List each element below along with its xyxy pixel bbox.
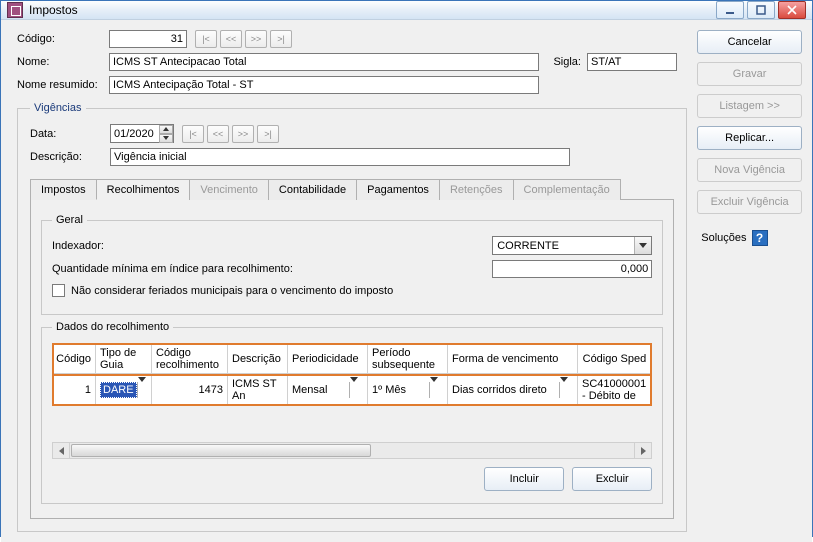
excluir-vigencia-button: Excluir Vigência bbox=[697, 190, 802, 214]
chevron-down-icon bbox=[634, 237, 651, 254]
sigla-field[interactable] bbox=[587, 53, 677, 71]
label-nome-resumido: Nome resumido: bbox=[17, 79, 109, 91]
nav-first-button[interactable]: |< bbox=[195, 30, 217, 48]
help-icon[interactable]: ? bbox=[752, 230, 768, 246]
vig-nav-next-button[interactable]: >> bbox=[232, 125, 254, 143]
tab-body-recolhimentos: Geral Indexador: CORRENTE Quantidade mín… bbox=[30, 200, 674, 519]
table-row[interactable]: 1 DARE 1473 ICMS ST An Mensal bbox=[54, 374, 650, 404]
tab-retencoes: Retenções bbox=[439, 179, 514, 200]
vig-nav-prev-button[interactable]: << bbox=[207, 125, 229, 143]
listagem-button: Listagem >> bbox=[697, 94, 802, 118]
col-codigo-recolhimento[interactable]: Código recolhimento bbox=[152, 345, 228, 373]
col-codigo-sped[interactable]: Código Sped bbox=[578, 345, 650, 373]
vigencias-group: Vigências Data: |< << >> >| bbox=[17, 102, 687, 532]
col-forma-vencimento[interactable]: Forma de vencimento bbox=[448, 345, 578, 373]
indexador-combo[interactable]: CORRENTE bbox=[492, 236, 652, 255]
nav-last-button[interactable]: >| bbox=[270, 30, 292, 48]
descricao-field[interactable] bbox=[110, 148, 570, 166]
cell-codigo-recolhimento[interactable]: 1473 bbox=[152, 376, 228, 404]
scroll-thumb[interactable] bbox=[71, 444, 371, 457]
cell-codigo-sped[interactable]: SC41000001 - Débito de bbox=[578, 376, 650, 404]
feriados-checkbox[interactable] bbox=[52, 284, 65, 297]
nav-prev-button[interactable]: << bbox=[220, 30, 242, 48]
maximize-button[interactable] bbox=[747, 1, 775, 19]
cell-descricao[interactable]: ICMS ST An bbox=[228, 376, 288, 404]
scroll-left-icon[interactable] bbox=[53, 443, 70, 458]
cell-codigo[interactable]: 1 bbox=[54, 376, 96, 404]
col-periodo-subsequente[interactable]: Período subsequente bbox=[368, 345, 448, 373]
close-button[interactable] bbox=[778, 1, 806, 19]
recolhimento-table: Código Tipo de Guia Código recolhimento … bbox=[52, 343, 652, 406]
nome-field[interactable] bbox=[109, 53, 539, 71]
label-feriados: Não considerar feriados municipais para … bbox=[71, 285, 393, 297]
geral-group: Geral Indexador: CORRENTE Quantidade mín… bbox=[41, 214, 663, 315]
tab-recolhimentos[interactable]: Recolhimentos bbox=[96, 179, 191, 200]
scroll-right-icon[interactable] bbox=[634, 443, 651, 458]
label-indexador: Indexador: bbox=[52, 240, 492, 252]
vig-nav-last-button[interactable]: >| bbox=[257, 125, 279, 143]
data-spin-up[interactable] bbox=[159, 125, 173, 134]
tab-vencimento: Vencimento bbox=[189, 179, 268, 200]
tab-complementacao: Complementação bbox=[513, 179, 621, 200]
tab-contabilidade[interactable]: Contabilidade bbox=[268, 179, 357, 200]
col-descricao[interactable]: Descrição bbox=[228, 345, 288, 373]
titlebar: Impostos bbox=[1, 1, 812, 20]
data-field[interactable] bbox=[110, 124, 174, 143]
chevron-down-icon bbox=[137, 382, 147, 398]
cancelar-button[interactable]: Cancelar bbox=[697, 30, 802, 54]
minimize-button[interactable] bbox=[716, 1, 744, 19]
label-nome: Nome: bbox=[17, 56, 109, 68]
label-descricao: Descrição: bbox=[30, 151, 110, 163]
col-tipo-guia[interactable]: Tipo de Guia bbox=[96, 345, 152, 373]
vig-nav-first-button[interactable]: |< bbox=[182, 125, 204, 143]
tab-bar: Impostos Recolhimentos Vencimento Contab… bbox=[30, 178, 674, 200]
excluir-button[interactable]: Excluir bbox=[572, 467, 652, 491]
tab-impostos[interactable]: Impostos bbox=[30, 179, 97, 200]
side-button-bar: Cancelar Gravar Listagem >> Replicar... … bbox=[697, 20, 812, 542]
nova-vigencia-button: Nova Vigência bbox=[697, 158, 802, 182]
tab-pagamentos[interactable]: Pagamentos bbox=[356, 179, 440, 200]
replicar-button[interactable]: Replicar... bbox=[697, 126, 802, 150]
solucoes-link[interactable]: Soluções bbox=[701, 232, 746, 244]
vigencias-legend: Vigências bbox=[30, 102, 86, 114]
chevron-down-icon bbox=[559, 382, 573, 398]
quantidade-field[interactable] bbox=[492, 260, 652, 278]
label-codigo: Código: bbox=[17, 33, 109, 45]
cell-periodo-subsequente[interactable]: 1º Mês bbox=[368, 376, 448, 404]
nome-resumido-field[interactable] bbox=[109, 76, 539, 94]
cell-forma-vencimento[interactable]: Dias corridos direto bbox=[448, 376, 578, 404]
window-title: Impostos bbox=[29, 3, 713, 17]
cell-periodicidade[interactable]: Mensal bbox=[288, 376, 368, 404]
col-codigo[interactable]: Código bbox=[54, 345, 96, 373]
gravar-button: Gravar bbox=[697, 62, 802, 86]
table-header-row: Código Tipo de Guia Código recolhimento … bbox=[54, 345, 650, 374]
dados-recolhimento-legend: Dados do recolhimento bbox=[52, 321, 173, 333]
label-data: Data: bbox=[30, 128, 110, 140]
cell-tipo-guia[interactable]: DARE bbox=[96, 376, 152, 404]
horizontal-scrollbar[interactable] bbox=[52, 442, 652, 459]
app-icon bbox=[7, 2, 23, 18]
label-quantidade: Quantidade mínima em índice para recolhi… bbox=[52, 263, 492, 275]
incluir-button[interactable]: Incluir bbox=[484, 467, 564, 491]
geral-legend: Geral bbox=[52, 214, 87, 226]
col-periodicidade[interactable]: Periodicidade bbox=[288, 345, 368, 373]
label-sigla: Sigla: bbox=[539, 56, 587, 68]
data-spin-down[interactable] bbox=[159, 134, 173, 143]
impostos-window: Impostos Código: |< << >> >| bbox=[0, 0, 813, 537]
nav-next-button[interactable]: >> bbox=[245, 30, 267, 48]
codigo-field[interactable] bbox=[109, 30, 187, 48]
chevron-down-icon bbox=[429, 382, 443, 398]
dados-recolhimento-group: Dados do recolhimento Código Tipo de Gui… bbox=[41, 321, 663, 504]
chevron-down-icon bbox=[349, 382, 363, 398]
